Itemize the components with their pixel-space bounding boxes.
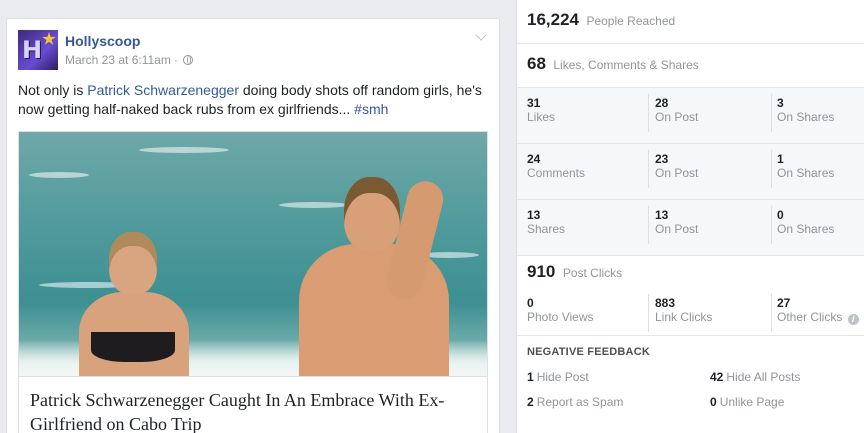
hide-all-posts-stat: 42 Hide All Posts bbox=[710, 370, 800, 384]
likes-on-post: 28 On Post bbox=[655, 96, 698, 125]
divider bbox=[771, 294, 772, 332]
clicks-breakdown: 0 Photo Views 883 Link Clicks 27 Other C… bbox=[517, 288, 864, 336]
divider bbox=[648, 150, 649, 188]
engagement-row: 68 Likes, Comments & Shares bbox=[517, 44, 864, 88]
stat-value: 1 bbox=[527, 370, 534, 384]
stat-value: 2 bbox=[527, 395, 534, 409]
stat-value: 28 bbox=[655, 96, 669, 110]
chevron-down-icon[interactable] bbox=[475, 31, 487, 43]
woman-head bbox=[109, 232, 157, 294]
stat-value: 0 bbox=[710, 395, 717, 409]
stat-value: 3 bbox=[777, 96, 784, 110]
comments-on-shares: 1 On Shares bbox=[777, 152, 834, 181]
likes-on-shares: 3 On Shares bbox=[777, 96, 834, 125]
mention-link[interactable]: Patrick Schwarzenegger bbox=[87, 82, 239, 98]
photo-views: 0 Photo Views bbox=[527, 296, 594, 325]
stat-value: 0 bbox=[527, 296, 534, 310]
post-clicks-label: Post Clicks bbox=[562, 266, 623, 280]
stat-label: Report as Spam bbox=[536, 395, 624, 409]
shares-row: 13 Shares 13 On Post 0 On Shares bbox=[517, 200, 864, 256]
stat-label: On Shares bbox=[777, 222, 835, 236]
wave bbox=[139, 147, 229, 153]
stat-label: On Post bbox=[655, 222, 699, 236]
reach-label: People Reached bbox=[586, 14, 676, 28]
likes-total: 31 Likes bbox=[527, 96, 555, 125]
engagement-label: Likes, Comments & Shares bbox=[553, 58, 699, 72]
stat-label: Hide All Posts bbox=[726, 370, 801, 384]
reach-value: 16,224 bbox=[527, 10, 579, 29]
stat-value: 13 bbox=[655, 208, 669, 222]
comments-total: 24 Comments bbox=[527, 152, 585, 181]
stat-value: 23 bbox=[655, 152, 669, 166]
reach-row: 16,224 People Reached bbox=[517, 0, 864, 44]
shares-total: 13 Shares bbox=[527, 208, 565, 237]
likes-row: 31 Likes 28 On Post 3 On Shares bbox=[517, 88, 864, 144]
post-clicks-value: 910 bbox=[527, 262, 556, 281]
stat-value: 883 bbox=[655, 296, 676, 310]
divider bbox=[648, 206, 649, 244]
stat-label: Hide Post bbox=[536, 370, 589, 384]
post-timestamp[interactable]: March 23 at 6:11am bbox=[65, 53, 171, 67]
stat-label: Likes bbox=[527, 110, 556, 124]
stat-label: On Post bbox=[655, 166, 699, 180]
divider bbox=[648, 94, 649, 132]
post-clicks-row: 910 Post Clicks bbox=[517, 254, 864, 288]
unlike-page-stat: 0 Unlike Page bbox=[710, 395, 784, 409]
star-icon bbox=[42, 32, 56, 45]
stat-label: On Shares bbox=[777, 166, 835, 180]
page-avatar[interactable]: H bbox=[18, 30, 58, 70]
stat-label: On Post bbox=[655, 110, 699, 124]
stat-value: 13 bbox=[527, 208, 541, 222]
hashtag-link[interactable]: #smh bbox=[354, 101, 388, 117]
post-photo[interactable] bbox=[18, 131, 488, 377]
wave bbox=[29, 172, 89, 178]
shares-on-post: 13 On Post bbox=[655, 208, 698, 237]
report-spam-stat: 2 Report as Spam bbox=[527, 395, 623, 409]
swimsuit bbox=[91, 332, 175, 362]
avatar-logo: H bbox=[22, 36, 42, 64]
meta-separator: · bbox=[173, 53, 178, 67]
stat-label: On Shares bbox=[777, 110, 835, 124]
link-preview-title[interactable]: Patrick Schwarzenegger Caught In An Embr… bbox=[18, 377, 488, 433]
divider bbox=[771, 94, 772, 132]
other-clicks-label: Other Clicks bbox=[777, 310, 843, 324]
post-text-start: Not only is bbox=[18, 82, 88, 98]
stat-value: 0 bbox=[777, 208, 784, 222]
wave bbox=[279, 202, 349, 208]
stat-value: 27 bbox=[777, 296, 791, 310]
stat-label: Shares bbox=[527, 222, 566, 236]
stat-value: 31 bbox=[527, 96, 541, 110]
stat-label: Other Clicks i bbox=[777, 310, 859, 325]
link-clicks: 883 Link Clicks bbox=[655, 296, 712, 325]
stat-value: 42 bbox=[710, 370, 724, 384]
stat-label: Comments bbox=[527, 166, 586, 180]
info-icon[interactable]: i bbox=[847, 314, 859, 325]
post-card: H Hollyscoop March 23 at 6:11am · Not on… bbox=[6, 18, 500, 433]
comments-row: 24 Comments 23 On Post 1 On Shares bbox=[517, 144, 864, 200]
globe-icon[interactable] bbox=[182, 55, 193, 65]
insights-panel: 16,224 People Reached 68 Likes, Comments… bbox=[516, 0, 864, 433]
page-name-link[interactable]: Hollyscoop bbox=[65, 33, 140, 49]
divider bbox=[771, 150, 772, 188]
stat-value: 1 bbox=[777, 152, 784, 166]
engagement-value: 68 bbox=[527, 54, 546, 73]
divider bbox=[648, 294, 649, 332]
divider bbox=[771, 206, 772, 244]
stat-value: 24 bbox=[527, 152, 541, 166]
post-message: Not only is Patrick Schwarzenegger doing… bbox=[18, 81, 490, 119]
stat-label: Photo Views bbox=[527, 310, 594, 324]
comments-on-post: 23 On Post bbox=[655, 152, 698, 181]
hide-post-stat: 1 Hide Post bbox=[527, 370, 589, 384]
negative-feedback-heading: NEGATIVE FEEDBACK bbox=[527, 346, 650, 358]
post-meta: March 23 at 6:11am · bbox=[65, 53, 193, 67]
stat-label: Link Clicks bbox=[655, 310, 713, 324]
other-clicks: 27 Other Clicks i bbox=[777, 296, 859, 325]
shares-on-shares: 0 On Shares bbox=[777, 208, 834, 237]
stat-label: Unlike Page bbox=[719, 395, 785, 409]
man-head bbox=[344, 177, 400, 251]
